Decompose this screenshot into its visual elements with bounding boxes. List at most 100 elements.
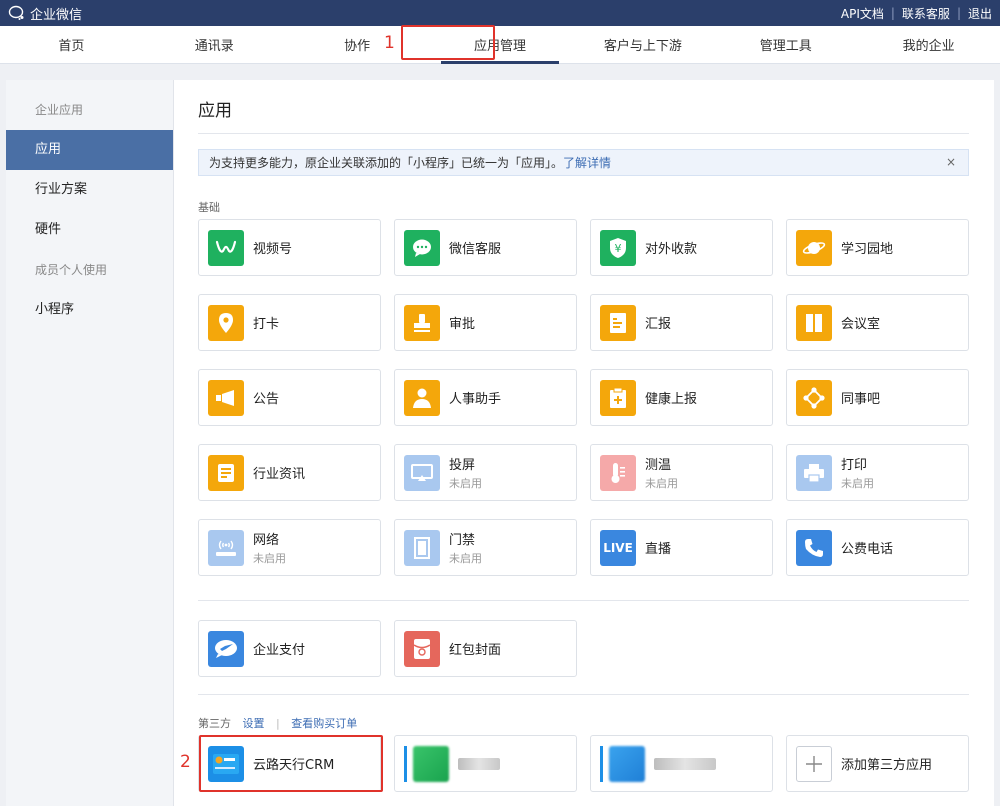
video-channel-icon xyxy=(208,229,244,266)
accent-bar xyxy=(600,745,603,782)
live-icon: LIVE xyxy=(600,529,636,566)
app-card-meeting-room[interactable]: 会议室 xyxy=(786,294,969,351)
app-card-access-control[interactable]: 门禁 未启用 xyxy=(394,519,577,576)
app-card-third-party-blurred-1[interactable] xyxy=(394,735,577,792)
app-card-check-in[interactable]: 打卡 xyxy=(198,294,381,351)
app-name: 投屏 xyxy=(449,458,476,473)
app-status: 未启用 xyxy=(253,552,286,565)
notice-banner: 为支持更多能力，原企业关联添加的「小程序」已统一为「应用」。 了解详情 × xyxy=(198,149,969,176)
app-card-learning[interactable]: 学习园地 xyxy=(786,219,969,276)
add-third-party-app-button[interactable]: 添加第三方应用 xyxy=(786,735,969,792)
app-status: 未启用 xyxy=(841,477,874,490)
view-orders-link[interactable]: 查看购买订单 xyxy=(291,717,357,730)
app-name: 人事助手 xyxy=(449,392,502,407)
app-name: 学习园地 xyxy=(841,242,894,257)
divider: | xyxy=(276,717,280,730)
close-icon[interactable]: × xyxy=(946,155,956,169)
app-name: 汇报 xyxy=(645,317,672,332)
app-name: 打印 xyxy=(841,458,868,473)
health-clipboard-icon xyxy=(600,379,636,416)
sidebar-group-enterprise-apps: 企业应用 xyxy=(35,103,84,117)
app-status: 未启用 xyxy=(449,552,482,565)
third-party-settings-link[interactable]: 设置 xyxy=(243,717,265,730)
tab-contacts[interactable]: 通讯录 xyxy=(143,26,286,63)
app-card-video-channel[interactable]: 视频号 xyxy=(198,219,381,276)
plus-icon xyxy=(796,745,832,782)
app-card-external-payment[interactable]: ¥ 对外收款 xyxy=(590,219,773,276)
app-name: 直播 xyxy=(645,542,672,557)
sidebar-item-mini-programs[interactable]: 小程序 xyxy=(6,290,173,330)
blurred-app-name xyxy=(654,757,716,770)
app-card-live[interactable]: LIVE 直播 xyxy=(590,519,773,576)
blurred-app-icon xyxy=(609,745,645,782)
app-name: 健康上报 xyxy=(645,392,698,407)
app-status: 未启用 xyxy=(449,477,482,490)
app-card-wechat-service[interactable]: 微信客服 xyxy=(394,219,577,276)
sidebar-item-industry-solutions[interactable]: 行业方案 xyxy=(6,170,173,210)
app-name: 审批 xyxy=(449,317,476,332)
app-card-red-packet-cover[interactable]: 红包封面 xyxy=(394,620,577,677)
news-icon xyxy=(208,454,244,491)
add-third-party-app-label: 添加第三方应用 xyxy=(841,758,933,773)
screencast-icon xyxy=(404,454,440,491)
content-panel: 企业应用 应用 行业方案 硬件 成员个人使用 小程序 应用 为支持更多能力，原企… xyxy=(6,80,994,806)
app-card-temperature[interactable]: 测温 未启用 xyxy=(590,444,773,501)
tab-home[interactable]: 首页 xyxy=(0,26,143,63)
megaphone-icon xyxy=(208,379,244,416)
phone-icon xyxy=(796,529,832,566)
top-links: API文档 | 联系客服 | 退出 xyxy=(841,5,992,22)
main-nav: 首页 通讯录 协作 应用管理 客户与上下游 管理工具 我的企业 xyxy=(0,26,1000,64)
tab-customers[interactable]: 客户与上下游 xyxy=(571,26,714,63)
sidebar-item-hardware[interactable]: 硬件 xyxy=(6,210,173,250)
app-card-screencast[interactable]: 投屏 未启用 xyxy=(394,444,577,501)
person-icon xyxy=(404,379,440,416)
app-card-approval[interactable]: 审批 xyxy=(394,294,577,351)
logout-link[interactable]: 退出 xyxy=(968,5,992,22)
access-door-icon xyxy=(404,529,440,566)
app-card-colleague-bar[interactable]: 同事吧 xyxy=(786,369,969,426)
divider xyxy=(198,694,969,695)
app-card-industry-news[interactable]: 行业资讯 xyxy=(198,444,381,501)
printer-icon xyxy=(796,454,832,491)
app-name: 微信客服 xyxy=(449,242,502,257)
learn-more-link[interactable]: 了解详情 xyxy=(563,154,611,171)
app-name: 企业支付 xyxy=(253,643,306,658)
app-name: 测温 xyxy=(645,458,672,473)
main-area: 应用 为支持更多能力，原企业关联添加的「小程序」已统一为「应用」。 了解详情 ×… xyxy=(198,80,969,806)
app-name: 视频号 xyxy=(253,242,293,257)
stamp-icon xyxy=(404,304,440,341)
api-docs-link[interactable]: API文档 xyxy=(841,5,884,22)
app-card-network[interactable]: 网络 未启用 xyxy=(198,519,381,576)
app-name: 公告 xyxy=(253,392,280,407)
tab-my-company[interactable]: 我的企业 xyxy=(857,26,1000,63)
divider xyxy=(198,133,969,134)
location-pin-icon xyxy=(208,304,244,341)
payment-icon xyxy=(208,630,244,667)
section-label-third-party: 第三方 xyxy=(198,717,231,730)
app-name: 对外收款 xyxy=(645,242,698,257)
annotation-box-2 xyxy=(199,735,383,792)
app-name: 网络 xyxy=(253,533,280,548)
app-card-hr-assistant[interactable]: 人事助手 xyxy=(394,369,577,426)
page-title: 应用 xyxy=(198,101,232,121)
brand[interactable]: 企业微信 xyxy=(8,4,82,23)
app-card-public-phone[interactable]: 公费电话 xyxy=(786,519,969,576)
router-icon xyxy=(208,529,244,566)
svg-text:¥: ¥ xyxy=(615,242,622,255)
annotation-box-1 xyxy=(401,25,495,60)
sidebar: 企业应用 应用 行业方案 硬件 成员个人使用 小程序 xyxy=(6,80,174,806)
app-status: 未启用 xyxy=(645,477,678,490)
sidebar-group-personal-use: 成员个人使用 xyxy=(35,263,108,277)
app-name: 会议室 xyxy=(841,317,881,332)
sidebar-item-apps[interactable]: 应用 xyxy=(6,130,173,170)
app-card-report[interactable]: 汇报 xyxy=(590,294,773,351)
app-card-print[interactable]: 打印 未启用 xyxy=(786,444,969,501)
contact-support-link[interactable]: 联系客服 xyxy=(902,5,950,22)
app-card-health-report[interactable]: 健康上报 xyxy=(590,369,773,426)
section-third-party: 第三方 设置 | 查看购买订单 xyxy=(198,715,357,731)
live-badge: LIVE xyxy=(603,540,633,555)
app-card-announcement[interactable]: 公告 xyxy=(198,369,381,426)
app-card-third-party-blurred-2[interactable] xyxy=(590,735,773,792)
app-card-enterprise-payment[interactable]: 企业支付 xyxy=(198,620,381,677)
tab-management-tools[interactable]: 管理工具 xyxy=(714,26,857,63)
